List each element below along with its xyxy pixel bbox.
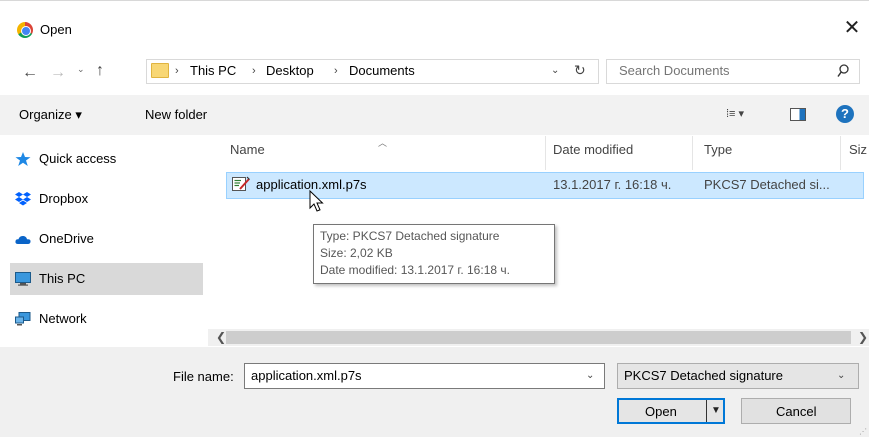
search-icon[interactable]	[837, 64, 849, 78]
file-type-dropdown-chevron-icon[interactable]: ⌄	[837, 370, 845, 381]
sidebar-item-label: Dropbox	[39, 191, 89, 206]
address-dropdown-chevron-icon[interactable]: ⌄	[551, 65, 559, 76]
column-header-date-modified[interactable]: Date modified	[553, 142, 633, 157]
window-title: Open	[40, 22, 72, 37]
forward-arrow-icon[interactable]: →	[50, 64, 66, 82]
sidebar-item-this-pc[interactable]: This PC	[10, 263, 203, 295]
dialog-footer	[0, 347, 869, 437]
sort-ascending-icon: ︿	[378, 138, 388, 148]
close-button[interactable]: ✕	[838, 18, 866, 40]
dropbox-icon	[15, 192, 31, 206]
chrome-icon	[17, 22, 33, 38]
help-icon[interactable]: ?	[836, 105, 854, 123]
sidebar-item-label: Quick access	[39, 151, 117, 166]
refresh-icon[interactable]: ↻	[574, 62, 586, 79]
breadcrumb-desktop[interactable]: Desktop	[266, 63, 314, 78]
file-type: PKCS7 Detached si...	[704, 177, 830, 192]
sidebar-item-quick-access[interactable]: Quick access	[10, 143, 203, 175]
recent-locations-chevron-icon[interactable]: ⌄	[77, 64, 85, 75]
cancel-button-label[interactable]: Cancel	[776, 404, 816, 419]
sidebar-item-label: Network	[39, 311, 87, 326]
organize-button[interactable]: Organize ▾	[19, 107, 82, 123]
tooltip-size: Size: 2,02 KB	[320, 246, 393, 260]
sidebar-item-dropbox[interactable]: Dropbox	[10, 183, 203, 215]
tooltip-date-modified: Date modified: 13.1.2017 г. 16:18 ч.	[320, 263, 510, 277]
back-arrow-icon[interactable]: ←	[22, 64, 38, 82]
sidebar-item-onedrive[interactable]: OneDrive	[10, 223, 203, 255]
open-options-dropdown-icon[interactable]: ▼	[711, 405, 721, 416]
title-bar	[0, 0, 869, 44]
new-folder-button[interactable]: New folder	[145, 107, 207, 122]
breadcrumb-this-pc[interactable]: This PC	[190, 63, 236, 78]
up-arrow-icon[interactable]: ↑	[96, 62, 104, 80]
column-divider[interactable]	[545, 136, 546, 170]
file-type-filter-value: PKCS7 Detached signature	[624, 368, 783, 383]
cloud-icon	[15, 235, 31, 244]
change-view-button[interactable]: ⁞≡ ▾	[726, 107, 744, 120]
breadcrumb-separator-icon: ›	[252, 65, 256, 77]
search-input[interactable]	[619, 63, 819, 78]
star-icon	[15, 152, 31, 166]
resize-grip-icon[interactable]: ⋰	[859, 427, 867, 436]
open-button-label[interactable]: Open	[645, 404, 677, 419]
network-icon	[15, 312, 31, 326]
sidebar-item-label: OneDrive	[39, 231, 94, 246]
scroll-left-icon[interactable]: ❮	[216, 330, 226, 344]
sidebar-item-label: This PC	[39, 271, 86, 286]
column-header-name[interactable]: Name	[230, 142, 265, 157]
column-header-size[interactable]: Siz	[849, 142, 867, 157]
column-divider[interactable]	[692, 136, 693, 170]
column-divider[interactable]	[840, 136, 841, 170]
file-name-dropdown-chevron-icon[interactable]: ⌄	[586, 370, 594, 381]
file-name-label: File name:	[173, 369, 234, 384]
mouse-pointer-icon	[309, 190, 324, 212]
file-name-input[interactable]	[251, 368, 571, 383]
folder-icon	[151, 63, 169, 78]
signature-file-icon	[232, 176, 250, 191]
preview-pane-icon[interactable]	[790, 108, 806, 121]
tooltip-type: Type: PKCS7 Detached signature	[320, 229, 500, 243]
file-date-modified: 13.1.2017 г. 16:18 ч.	[553, 177, 672, 192]
sidebar-item-network[interactable]: Network	[10, 303, 203, 335]
scrollbar-thumb[interactable]	[226, 331, 851, 344]
scroll-right-icon[interactable]: ❯	[858, 330, 868, 344]
computer-icon	[15, 272, 31, 286]
open-button-divider	[706, 400, 707, 422]
breadcrumb-separator-icon: ›	[334, 65, 338, 77]
breadcrumb-documents[interactable]: Documents	[349, 63, 415, 78]
column-header-type[interactable]: Type	[704, 142, 732, 157]
breadcrumb-separator-icon: ›	[175, 65, 179, 77]
